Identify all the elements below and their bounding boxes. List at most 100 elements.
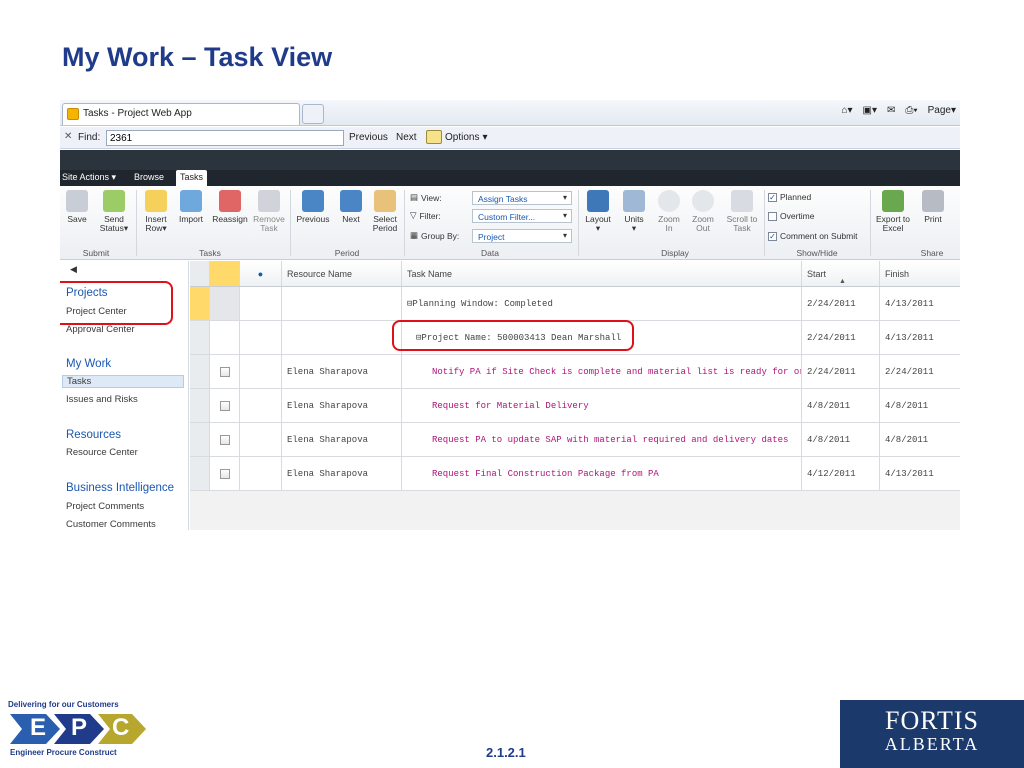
zoom-out-button[interactable]: Zoom Out [688,190,718,233]
nav-item-project-comments[interactable]: Project Comments [66,501,144,512]
comment-on-submit-checkbox[interactable]: ✓ Comment on Submit [768,231,857,241]
finish-cell[interactable]: 4/13/2011 [880,457,960,490]
page-menu[interactable]: Page▾ [928,105,956,116]
zoom-in-button[interactable]: Zoom In [654,190,684,233]
tab-browse[interactable]: Browse [134,172,164,182]
task-name-cell[interactable]: Request PA to update SAP with material r… [402,423,802,456]
save-button[interactable]: Save [64,190,90,224]
nav-item-resource-center[interactable]: Resource Center [66,447,138,458]
row-selector[interactable] [210,287,240,320]
column-header-finish[interactable]: Finish [880,261,960,286]
print-icon[interactable]: ⎙▾ [905,105,917,116]
select-all-cell[interactable] [210,261,240,286]
tab-site-actions[interactable]: Site Actions ▾ [62,172,116,183]
row-checkbox-cell[interactable] [210,423,240,456]
find-previous-button[interactable]: Previous [349,132,388,143]
row-selector[interactable] [210,321,240,354]
info-cell [240,321,282,354]
feeds-icon[interactable]: ▣▾ [863,105,877,116]
next-period-button[interactable]: Next [336,190,366,224]
find-label: Find: [78,132,101,143]
find-input[interactable] [106,130,344,146]
units-icon [623,190,645,212]
row-checkbox[interactable] [220,400,230,411]
finish-cell[interactable]: 2/24/2011 [880,355,960,388]
view-dropdown[interactable]: Assign Tasks [472,191,572,205]
planned-checkbox[interactable]: ✓ Planned [768,192,811,202]
finish-cell[interactable]: 4/8/2011 [880,423,960,456]
task-name-cell[interactable]: Notify PA if Site Check is complete and … [402,355,802,388]
nav-item-approval-center[interactable]: Approval Center [66,324,135,335]
task-grid: ● Resource Name Task Name Start ▲ Finish … [190,261,960,530]
row-checkbox-cell[interactable] [210,457,240,490]
send-status-button[interactable]: Send Status▾ [98,190,130,233]
row-checkbox-cell[interactable] [210,355,240,388]
start-cell[interactable]: 4/8/2011 [802,423,880,456]
start-cell[interactable]: 4/12/2011 [802,457,880,490]
table-row[interactable]: Elena Sharapova Request PA to update SAP… [190,423,960,457]
info-column-header[interactable]: ● [240,261,282,286]
close-find-icon[interactable]: ✕ [64,131,72,142]
layout-button[interactable]: Layout ▾ [582,190,614,233]
info-cell [240,457,282,490]
group-by-label: ▦ Group By: [410,230,460,241]
group-period: Period [334,248,360,258]
start-cell[interactable]: 2/24/2011 [802,355,880,388]
previous-period-button[interactable]: Previous [294,190,332,224]
tab-tasks[interactable]: Tasks [176,170,208,186]
epc-tagline-bottom: Engineer Procure Construct [10,748,117,757]
nav-heading-my-work[interactable]: My Work [66,358,111,370]
row-gutter [190,355,210,388]
nav-item-tasks[interactable]: Tasks [62,375,184,388]
table-row[interactable]: Elena Sharapova Request Final Constructi… [190,457,960,491]
browser-tab[interactable]: Tasks - Project Web App [62,103,300,125]
group-label[interactable]: ⊟Planning Window: Completed [402,287,802,320]
find-next-button[interactable]: Next [396,132,417,143]
start-cell[interactable]: 4/8/2011 [802,389,880,422]
export-to-excel-button[interactable]: Export to Excel [872,190,914,233]
print-button[interactable]: Print [918,190,948,224]
nav-item-customer-comments[interactable]: Customer Comments [66,519,156,530]
group-row[interactable]: ⊟Planning Window: Completed 2/24/2011 4/… [190,287,960,321]
import-button[interactable]: Import [176,190,206,224]
nav-item-issues-risks[interactable]: Issues and Risks [66,394,138,405]
info-icon: ● [257,268,264,279]
task-name-cell[interactable]: Request for Material Delivery [402,389,802,422]
row-gutter [190,321,210,354]
row-checkbox[interactable] [220,434,230,445]
filter-dropdown[interactable]: Custom Filter... [472,209,572,223]
scroll-to-task-button[interactable]: Scroll to Task [722,190,762,233]
home-icon[interactable]: ⌂▾ [841,105,852,116]
info-cell [240,389,282,422]
reassign-button[interactable]: Reassign [210,190,250,224]
mail-icon[interactable]: ✉ [887,105,895,116]
nav-heading-business-intelligence[interactable]: Business Intelligence [66,482,174,494]
table-row[interactable]: Elena Sharapova Request for Material Del… [190,389,960,423]
separator [764,190,765,256]
remove-task-button[interactable]: Remove Task [252,190,286,233]
new-tab-button[interactable] [302,104,324,124]
checked-icon: ✓ [768,231,777,241]
row-checkbox[interactable] [220,468,230,479]
start-cell: 2/24/2011 [802,287,880,320]
reassign-icon [219,190,241,212]
nav-heading-resources[interactable]: Resources [66,429,121,441]
units-button[interactable]: Units ▾ [618,190,650,233]
column-header-start[interactable]: Start ▲ [802,261,880,286]
row-checkbox-cell[interactable] [210,389,240,422]
group-by-dropdown[interactable]: Project [472,229,572,243]
collapse-nav-icon[interactable]: ◀ [70,264,77,275]
find-options-button[interactable]: Options ▾ [426,130,488,144]
find-bar: ✕ Find: Previous Next Options▾ [60,127,960,149]
insert-row-button[interactable]: Insert Row▾ [142,190,170,233]
zoom-out-icon [692,190,714,212]
column-header-task-name[interactable]: Task Name [402,261,802,286]
row-checkbox[interactable] [220,366,230,377]
calendar-icon [374,190,396,212]
finish-cell[interactable]: 4/8/2011 [880,389,960,422]
task-name-cell[interactable]: Request Final Construction Package from … [402,457,802,490]
column-header-resource-name[interactable]: Resource Name [282,261,402,286]
select-period-button[interactable]: Select Period [370,190,400,233]
table-row[interactable]: Elena Sharapova Notify PA if Site Check … [190,355,960,389]
overtime-checkbox[interactable]: Overtime [768,211,814,221]
